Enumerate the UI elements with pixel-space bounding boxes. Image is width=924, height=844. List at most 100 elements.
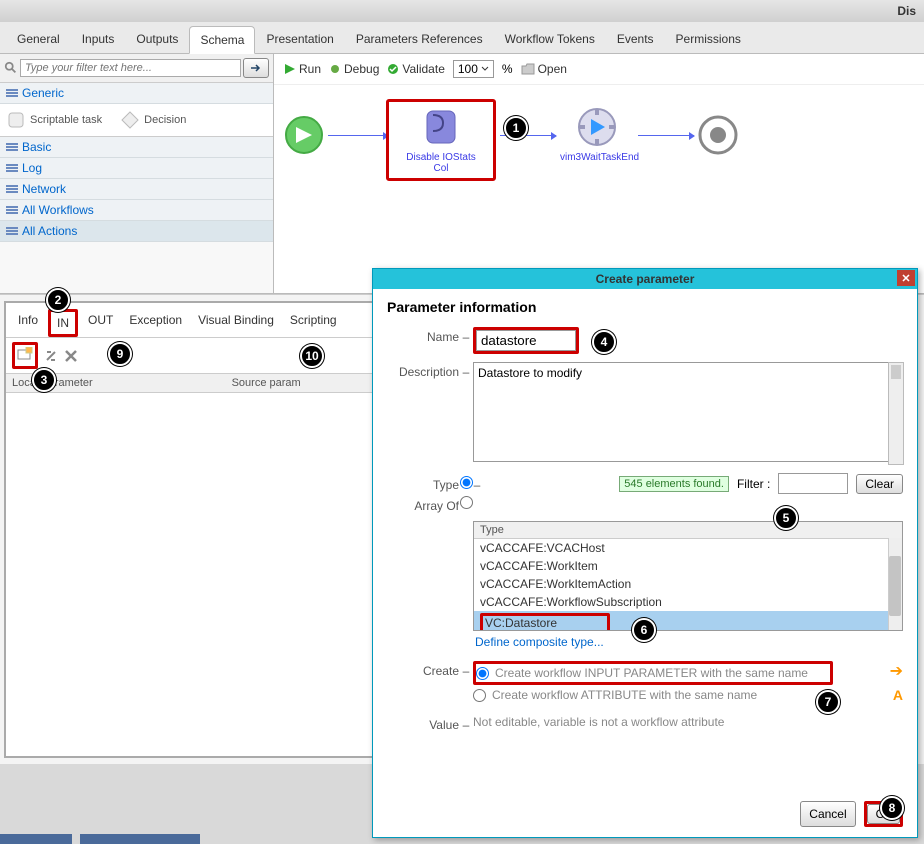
decision-icon xyxy=(120,110,140,130)
workflow-canvas[interactable]: Run Debug Validate 100 % Open Disable IO… xyxy=(274,54,924,293)
palette-decision[interactable]: Decision xyxy=(120,110,186,130)
flow-arrow xyxy=(638,135,694,136)
tab-outputs[interactable]: Outputs xyxy=(125,25,189,53)
callout-5: 5 xyxy=(774,506,798,530)
percent-label: % xyxy=(502,62,513,76)
arrow-right-icon: ➔ xyxy=(890,661,903,681)
elements-found-status: 545 elements found. xyxy=(619,476,729,492)
category-network[interactable]: Network xyxy=(0,179,273,200)
zoom-select[interactable]: 100 xyxy=(453,60,494,78)
delete-icon[interactable] xyxy=(64,349,78,363)
type-item-selected[interactable]: VC:Datastore xyxy=(474,611,902,631)
taskbar-segment xyxy=(0,834,72,844)
end-node[interactable] xyxy=(698,115,738,158)
debug-button[interactable]: Debug xyxy=(329,62,379,76)
desc-label: Description xyxy=(387,362,459,379)
validate-button[interactable]: Validate xyxy=(387,62,444,76)
tab-schema[interactable]: Schema xyxy=(189,26,255,54)
category-log[interactable]: Log xyxy=(0,158,273,179)
type-label: Type xyxy=(387,475,459,492)
category-generic[interactable]: Generic xyxy=(0,83,273,104)
callout-7: 7 xyxy=(816,690,840,714)
type-column-header: Type xyxy=(474,522,902,539)
tab-permissions[interactable]: Permissions xyxy=(665,25,752,53)
node-waittaskend[interactable]: vim3WaitTaskEnd xyxy=(560,105,634,163)
filter-go-button[interactable] xyxy=(243,58,269,78)
column-headers: Local Parameter Source param xyxy=(6,373,372,393)
category-allactions[interactable]: All Actions xyxy=(0,221,273,242)
tab-wftokens[interactable]: Workflow Tokens xyxy=(494,25,606,53)
callout-3: 3 xyxy=(32,368,56,392)
subtab-exception[interactable]: Exception xyxy=(123,309,188,337)
type-filter-input[interactable] xyxy=(778,473,848,494)
create-label: Create xyxy=(387,661,459,678)
callout-1: 1 xyxy=(504,116,528,140)
clear-button[interactable]: Clear xyxy=(856,474,903,494)
cancel-button[interactable]: Cancel xyxy=(800,801,855,827)
callout-9: 9 xyxy=(108,342,132,366)
type-item[interactable]: vCACCAFE:WorkItemAction xyxy=(474,575,902,593)
dialog-heading: Parameter information xyxy=(387,299,903,315)
tab-paramrefs[interactable]: Parameters References xyxy=(345,25,494,53)
value-label: Value xyxy=(387,715,459,732)
category-allworkflows[interactable]: All Workflows xyxy=(0,200,273,221)
link-icon[interactable] xyxy=(44,349,58,363)
scrollbar[interactable] xyxy=(888,362,904,465)
filter-input[interactable] xyxy=(20,59,241,77)
open-button[interactable]: Open xyxy=(521,62,567,76)
tab-presentation[interactable]: Presentation xyxy=(255,25,344,53)
scroll-icon xyxy=(6,110,26,130)
bug-icon xyxy=(329,63,341,75)
tab-inputs[interactable]: Inputs xyxy=(71,25,126,53)
dialog-titlebar[interactable]: Create parameter ✕ xyxy=(373,269,917,289)
desc-textarea[interactable] xyxy=(473,362,903,462)
subtab-out[interactable]: OUT xyxy=(82,309,119,337)
window-titlebar: Dis xyxy=(0,0,924,22)
create-parameter-dialog: Create parameter ✕ Parameter information… xyxy=(372,268,918,838)
node-disable-iostats[interactable]: Disable IOStats Col xyxy=(404,105,478,174)
type-radio[interactable] xyxy=(460,476,473,489)
search-icon xyxy=(4,61,18,75)
palette-panel: Generic Scriptable task Decision Basic L… xyxy=(0,54,274,293)
callout-10: 10 xyxy=(300,344,324,368)
arrayof-radio[interactable] xyxy=(460,496,473,509)
attribute-icon: A xyxy=(893,687,903,703)
highlight-create-option: Create workflow INPUT PARAMETER with the… xyxy=(473,661,833,685)
type-scrollbar[interactable] xyxy=(888,538,902,630)
list-icon xyxy=(6,88,18,98)
run-button[interactable]: Run xyxy=(284,62,321,76)
subtab-scripting[interactable]: Scripting xyxy=(284,309,343,337)
name-input[interactable] xyxy=(476,330,576,351)
highlight-name-field xyxy=(473,327,579,354)
define-composite-link[interactable]: Define composite type... xyxy=(475,635,604,649)
type-list[interactable]: Type vCACCAFE:VCACHost vCACCAFE:WorkItem… xyxy=(473,521,903,631)
tab-general[interactable]: General xyxy=(6,25,71,53)
type-item[interactable]: vCACCAFE:WorkItem xyxy=(474,557,902,575)
check-icon xyxy=(387,63,399,75)
tab-events[interactable]: Events xyxy=(606,25,665,53)
callout-6: 6 xyxy=(632,618,656,642)
add-param-icon[interactable] xyxy=(17,347,33,361)
subtab-info[interactable]: Info xyxy=(12,309,44,337)
highlight-add-param xyxy=(12,342,38,369)
subtab-in[interactable]: IN xyxy=(48,309,78,337)
main-tabs: General Inputs Outputs Schema Presentati… xyxy=(0,22,924,54)
subtab-visualbinding[interactable]: Visual Binding xyxy=(192,309,280,337)
create-attribute-radio[interactable] xyxy=(473,689,486,702)
palette-scriptable-task[interactable]: Scriptable task xyxy=(6,110,102,130)
category-basic[interactable]: Basic xyxy=(0,137,273,158)
name-label: Name xyxy=(387,327,459,344)
create-input-param-radio[interactable] xyxy=(476,667,489,680)
callout-4: 4 xyxy=(592,330,616,354)
highlight-type-selected: VC:Datastore xyxy=(480,613,610,631)
property-panel: Info IN OUT Exception Visual Binding Scr… xyxy=(4,301,374,758)
callout-2: 2 xyxy=(46,288,70,312)
start-node[interactable] xyxy=(284,115,324,158)
close-button[interactable]: ✕ xyxy=(897,270,915,286)
type-item[interactable]: vCACCAFE:WorkflowSubscription xyxy=(474,593,902,611)
arrayof-label: Array Of xyxy=(387,496,459,513)
taskbar-segment xyxy=(80,834,200,844)
callout-8: 8 xyxy=(880,796,904,820)
value-text: Not editable, variable is not a workflow… xyxy=(473,715,903,729)
type-item[interactable]: vCACCAFE:VCACHost xyxy=(474,539,902,557)
